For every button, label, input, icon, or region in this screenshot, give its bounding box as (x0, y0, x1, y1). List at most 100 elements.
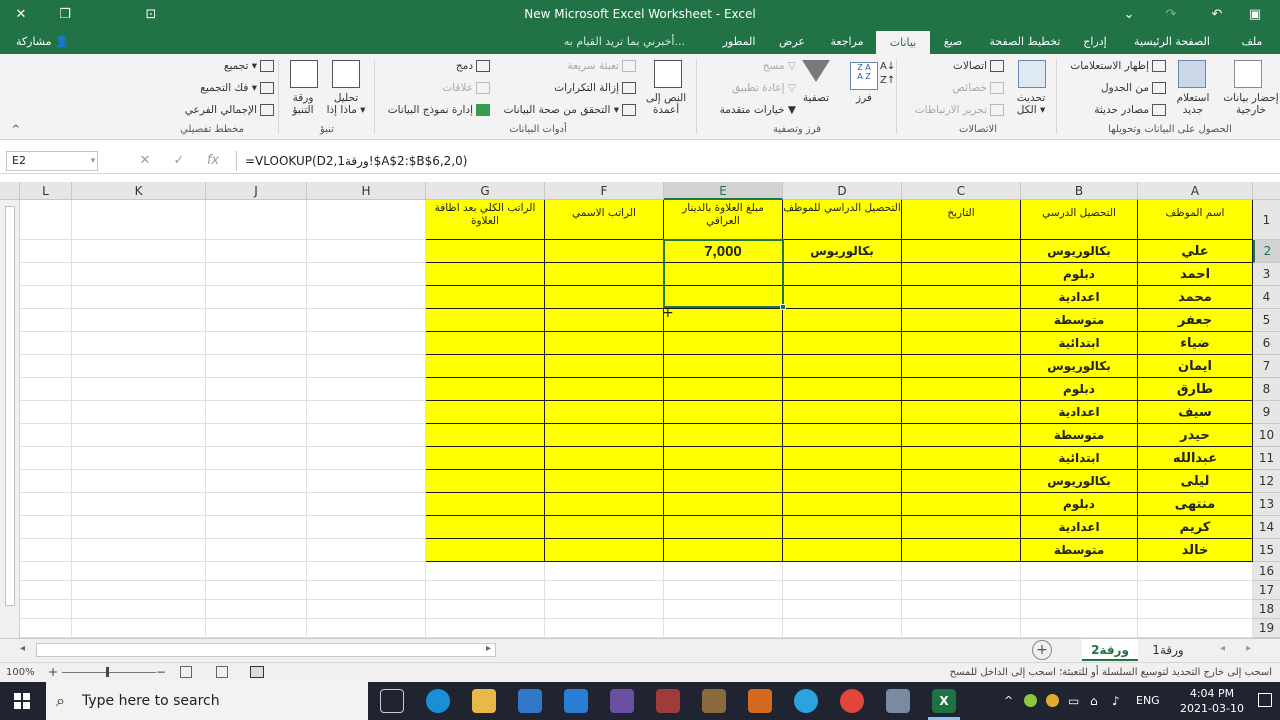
cell-empty[interactable] (20, 562, 72, 581)
formula-input[interactable]: =VLOOKUP(D2,ورقة1!$A$2:$B$6,2,0) (236, 151, 1266, 171)
cell-empty[interactable] (20, 200, 72, 240)
cell-f[interactable] (545, 263, 664, 286)
cell-c[interactable] (902, 378, 1021, 401)
sort-az-icon[interactable]: A↓ Z↑ (880, 60, 895, 88)
app-icon-4[interactable] (748, 689, 772, 713)
cell-d[interactable] (783, 332, 902, 355)
cell-empty[interactable] (20, 332, 72, 355)
cell-g[interactable] (426, 240, 545, 263)
cell-empty[interactable] (307, 447, 426, 470)
sort-button[interactable]: فرز (846, 92, 882, 104)
cell-empty[interactable] (1138, 600, 1253, 619)
cell-empty[interactable] (1021, 562, 1138, 581)
cell-empty[interactable] (72, 619, 206, 638)
cell-empty[interactable] (307, 200, 426, 240)
cell-e[interactable] (664, 401, 783, 424)
cell-f[interactable] (545, 516, 664, 539)
cell-g[interactable] (426, 263, 545, 286)
cell-f[interactable] (545, 355, 664, 378)
cell-c[interactable] (902, 447, 1021, 470)
zoom-level[interactable]: 100% (6, 667, 35, 678)
vertical-scrollbar[interactable] (0, 200, 20, 638)
connections-button[interactable]: اتصالات (900, 60, 1004, 72)
consolidate-button[interactable]: دمج (380, 60, 490, 72)
cell-empty[interactable] (206, 355, 307, 378)
column-header-d[interactable]: D (783, 182, 902, 200)
insert-function-icon[interactable]: fx (204, 152, 222, 170)
cell-empty[interactable] (206, 470, 307, 493)
language-indicator[interactable]: ENG (1136, 694, 1160, 707)
cell-c[interactable] (902, 332, 1021, 355)
tab-home[interactable]: الصفحة الرئيسية (1120, 30, 1224, 54)
cell-empty[interactable] (20, 309, 72, 332)
cell-empty[interactable] (20, 539, 72, 562)
tray-expand-icon[interactable]: ^ (1004, 694, 1013, 707)
cell-f[interactable] (545, 493, 664, 516)
cell-empty[interactable] (902, 581, 1021, 600)
cell-g[interactable] (426, 516, 545, 539)
cell-a[interactable]: ليلى (1138, 470, 1253, 493)
cell-c[interactable] (902, 309, 1021, 332)
cell-b[interactable]: متوسطة (1021, 539, 1138, 562)
tray-app-icon[interactable] (1024, 694, 1037, 707)
row-header[interactable]: 13 (1253, 493, 1280, 516)
cell-e[interactable] (664, 470, 783, 493)
qat-more-icon[interactable]: ⌄ (1114, 4, 1144, 26)
cell-empty[interactable] (72, 263, 206, 286)
cell-a[interactable]: ايمان (1138, 355, 1253, 378)
cell-f[interactable] (545, 447, 664, 470)
store-icon[interactable] (518, 689, 542, 713)
excel-taskbar-icon[interactable]: X (932, 689, 956, 713)
cell-a[interactable]: حيدر (1138, 424, 1253, 447)
group-button[interactable]: تجميع ▾ (150, 60, 274, 72)
from-table-button[interactable]: من الجدول (1060, 82, 1166, 94)
name-box-dropdown-icon[interactable]: ▾ (84, 152, 102, 170)
save-icon[interactable]: ▣ (1240, 4, 1270, 26)
cell-empty[interactable] (206, 447, 307, 470)
cell-empty[interactable] (426, 600, 545, 619)
cell-e[interactable] (664, 447, 783, 470)
cell-empty[interactable] (664, 581, 783, 600)
cell-empty[interactable] (206, 332, 307, 355)
cell-empty[interactable] (307, 562, 426, 581)
cell-empty[interactable] (307, 263, 426, 286)
row-header[interactable]: 9 (1253, 401, 1280, 424)
cell-b[interactable]: متوسطة (1021, 309, 1138, 332)
cell-empty[interactable] (72, 332, 206, 355)
app-icon-2[interactable] (656, 689, 680, 713)
page-layout-view-icon[interactable] (216, 666, 228, 678)
cell-empty[interactable] (206, 401, 307, 424)
cell-b[interactable]: اعدادية (1021, 401, 1138, 424)
cell-d[interactable] (783, 447, 902, 470)
cell-d[interactable] (783, 286, 902, 309)
row-header[interactable]: 14 (1253, 516, 1280, 539)
header-cell-e[interactable]: مبلغ العلاوة بالدينار العراقي (664, 200, 783, 240)
cell-d[interactable] (783, 309, 902, 332)
column-header-e[interactable]: E (664, 182, 783, 200)
subtotal-button[interactable]: الإجمالي الفرعي (150, 104, 274, 116)
sheet-tab-2[interactable]: ورقة2 (1082, 639, 1138, 661)
cell-b[interactable]: ابتدائية (1021, 447, 1138, 470)
cell-e[interactable] (664, 332, 783, 355)
row-header[interactable]: 15 (1253, 539, 1280, 562)
cell-e[interactable] (664, 286, 783, 309)
scroll-left-icon[interactable]: ◂ (20, 643, 25, 654)
cell-b[interactable]: اعدادية (1021, 516, 1138, 539)
show-queries-button[interactable]: إظهار الاستعلامات (1060, 60, 1166, 72)
cell-empty[interactable] (902, 619, 1021, 638)
cell-empty[interactable] (20, 516, 72, 539)
row-header[interactable]: 17 (1253, 581, 1280, 600)
cell-empty[interactable] (72, 539, 206, 562)
cell-empty[interactable] (545, 600, 664, 619)
cell-empty[interactable] (20, 470, 72, 493)
horizontal-scrollbar[interactable] (36, 643, 496, 657)
cell-e[interactable] (664, 309, 783, 332)
cell-empty[interactable] (72, 424, 206, 447)
cell-c[interactable] (902, 401, 1021, 424)
cell-empty[interactable] (72, 581, 206, 600)
new-query-button[interactable]: استعلام جديد (1166, 92, 1220, 116)
flash-fill-button[interactable]: تعبئة سريعة (500, 60, 636, 72)
share-button[interactable]: مشاركة 👤 (8, 32, 77, 52)
row-header[interactable]: 7 (1253, 355, 1280, 378)
cell-e[interactable] (664, 539, 783, 562)
